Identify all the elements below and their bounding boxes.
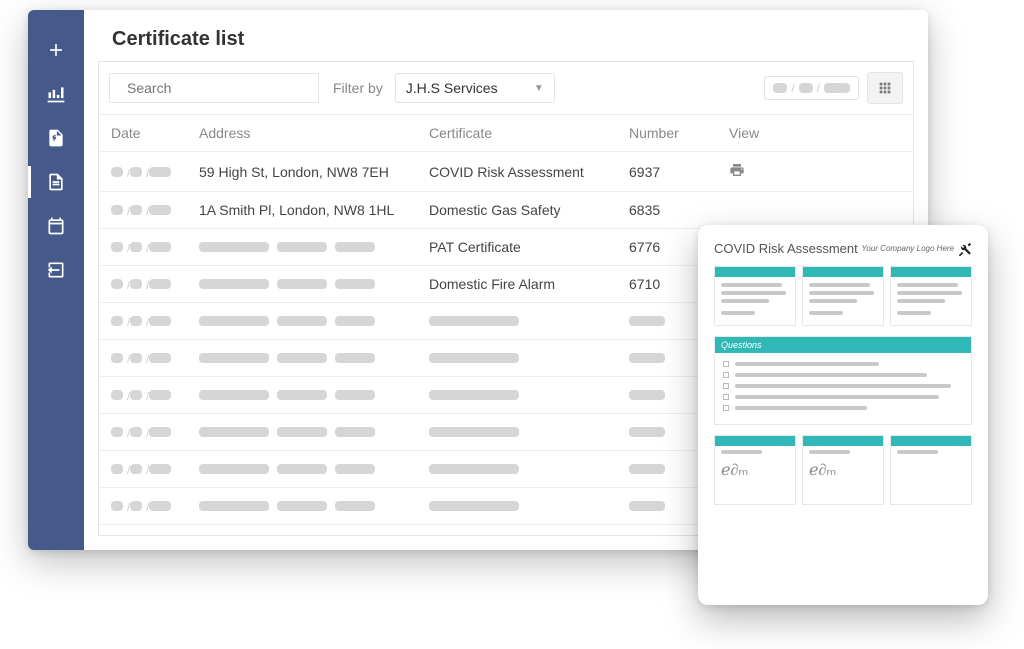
calendar-icon [46, 216, 66, 236]
sidebar [28, 10, 84, 550]
sidebar-item-invoices[interactable] [28, 116, 84, 160]
column-header-number: Number [629, 125, 729, 141]
cell-number: 6835 [629, 202, 729, 218]
grid-icon [877, 80, 893, 96]
signature-box [890, 435, 972, 505]
cell-certificate [429, 461, 629, 477]
cell-date: // [111, 350, 199, 366]
cell-certificate [429, 313, 629, 329]
table-row[interactable]: //59 High St, London, NW8 7EHCOVID Risk … [99, 152, 913, 192]
cell-address [199, 276, 429, 292]
search-box[interactable] [109, 73, 319, 103]
table-row[interactable]: //1A Smith Pl, London, NW8 1HLDomestic G… [99, 192, 913, 229]
print-icon [729, 162, 745, 178]
logo-placeholder: Your Company Logo Here [862, 242, 973, 256]
cell-address: 1A Smith Pl, London, NW8 1HL [199, 202, 429, 218]
chevron-down-icon: ▼ [534, 83, 544, 94]
chart-icon [46, 84, 66, 104]
signature-box: ℯ∂ₘ [802, 435, 884, 505]
cell-date: // [111, 202, 199, 218]
sidebar-item-reports[interactable] [28, 72, 84, 116]
certificate-signature-grid: ℯ∂ₘ ℯ∂ₘ [714, 435, 972, 505]
cell-date: // [111, 239, 199, 255]
date-filter-button[interactable]: / / [764, 76, 859, 100]
cell-certificate [429, 424, 629, 440]
cell-certificate: COVID Risk Assessment [429, 164, 629, 180]
certificate-preview-header: COVID Risk Assessment Your Company Logo … [714, 241, 972, 256]
cell-address [199, 424, 429, 440]
certificate-preview-title: COVID Risk Assessment [714, 241, 858, 256]
column-header-view: View [729, 125, 809, 141]
cell-view[interactable] [729, 162, 809, 181]
cell-certificate: Domestic Gas Safety [429, 202, 629, 218]
cell-certificate [429, 350, 629, 366]
sidebar-item-logout[interactable] [28, 248, 84, 292]
cell-address [199, 387, 429, 403]
column-header-date: Date [111, 125, 199, 141]
cell-certificate: PAT Certificate [429, 239, 629, 255]
filter-label: Filter by [333, 80, 383, 96]
certificate-questions-box: Questions [714, 336, 972, 425]
cell-address [199, 498, 429, 514]
plus-icon [46, 40, 66, 60]
cell-address [199, 350, 429, 366]
logo-placeholder-text: Your Company Logo Here [862, 244, 955, 253]
certificate-questions-header: Questions [715, 337, 971, 353]
company-select[interactable]: J.H.S Services ▼ [395, 73, 555, 103]
cell-date: // [111, 276, 199, 292]
cell-date: // [111, 461, 199, 477]
cell-address [199, 313, 429, 329]
column-header-address: Address [199, 125, 429, 141]
cell-date: // [111, 424, 199, 440]
certificate-info-box [890, 266, 972, 326]
table-header: Date Address Certificate Number View [99, 115, 913, 152]
sidebar-item-calendar[interactable] [28, 204, 84, 248]
sidebar-item-certificates[interactable] [28, 160, 84, 204]
cell-address: 59 High St, London, NW8 7EH [199, 164, 429, 180]
cell-date: // [111, 164, 199, 180]
document-icon [46, 172, 66, 192]
cell-date: // [111, 498, 199, 514]
cell-certificate: Domestic Fire Alarm [429, 276, 629, 292]
cell-number: 6937 [629, 164, 729, 180]
invoice-icon [46, 128, 66, 148]
certificate-info-grid [714, 266, 972, 326]
column-header-certificate: Certificate [429, 125, 629, 141]
logout-icon [46, 260, 66, 280]
grid-view-button[interactable] [867, 72, 903, 104]
cell-address [199, 239, 429, 255]
cell-certificate [429, 498, 629, 514]
tools-icon [958, 242, 972, 256]
cell-certificate [429, 387, 629, 403]
filter-bar: Filter by J.H.S Services ▼ / / [99, 62, 913, 115]
cell-date: // [111, 313, 199, 329]
page-title: Certificate list [84, 10, 928, 61]
certificate-info-box [714, 266, 796, 326]
search-input[interactable] [127, 80, 308, 96]
signature-box: ℯ∂ₘ [714, 435, 796, 505]
cell-address [199, 461, 429, 477]
company-select-value: J.H.S Services [406, 80, 498, 96]
certificate-preview: COVID Risk Assessment Your Company Logo … [698, 225, 988, 605]
certificate-info-box [802, 266, 884, 326]
sidebar-item-add[interactable] [28, 28, 84, 72]
cell-date: // [111, 387, 199, 403]
search-icon [120, 81, 121, 95]
